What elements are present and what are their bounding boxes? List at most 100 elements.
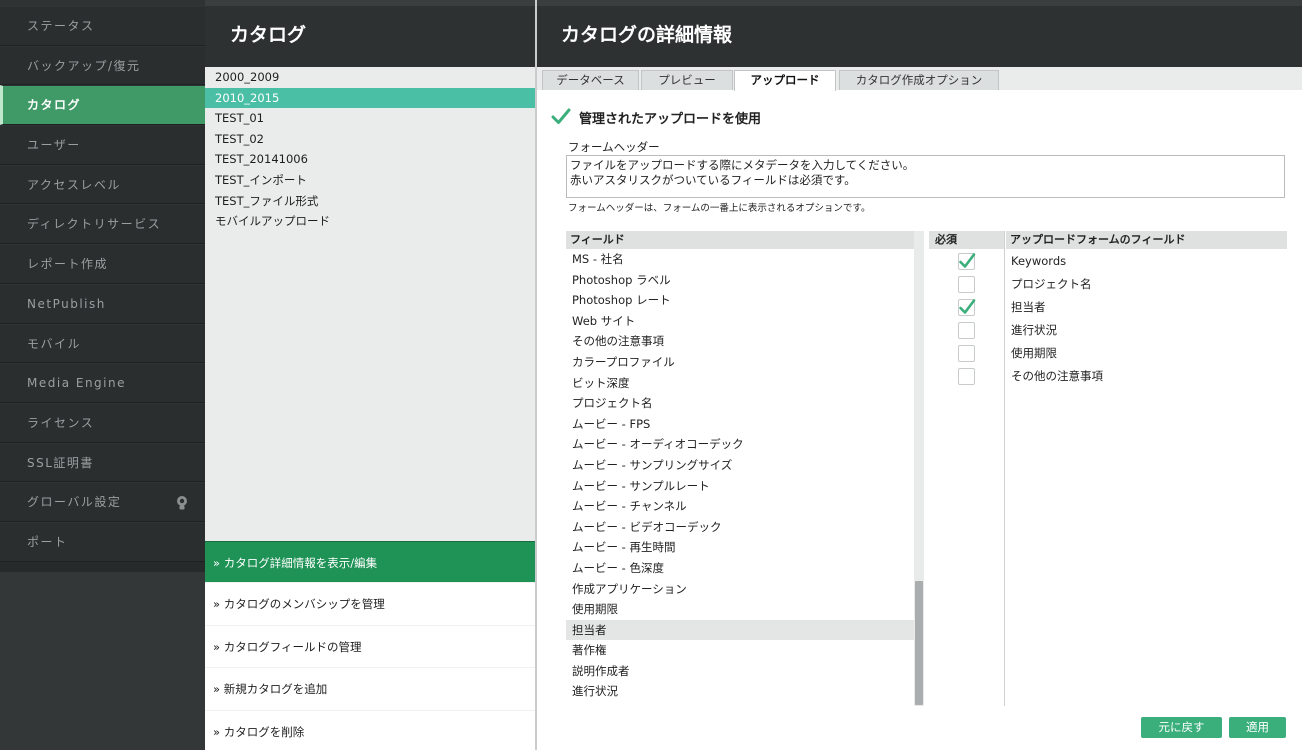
nav-item[interactable]: ユーザー bbox=[0, 125, 205, 165]
form-header-textarea[interactable]: ファイルをアップロードする際にメタデータを入力してください。 赤いアスタリスクが… bbox=[566, 155, 1285, 198]
required-column: 必須 bbox=[929, 231, 1005, 706]
field-list-item[interactable]: 担当者 bbox=[566, 619, 914, 641]
field-list-item[interactable]: 説明作成者 bbox=[566, 661, 914, 682]
fields-scrollbar-thumb[interactable] bbox=[915, 581, 923, 705]
catalog-action-link[interactable]: » カタログのメンバシップを管理 bbox=[205, 583, 535, 626]
upload-field-item[interactable]: 進行状況 bbox=[1011, 322, 1057, 338]
field-list-item[interactable]: その他の注意事項 bbox=[566, 331, 914, 352]
nav-item[interactable]: ディレクトリサービス bbox=[0, 204, 205, 245]
catalog-actions: » カタログ詳細情報を表示/編集» カタログのメンバシップを管理» カタログフィ… bbox=[205, 541, 535, 750]
field-list-item[interactable]: ムービー - 色深度 bbox=[566, 558, 914, 579]
tab-preview[interactable]: プレビュー bbox=[641, 70, 733, 90]
field-list-item[interactable]: 著作権 bbox=[566, 640, 914, 661]
field-list-item[interactable]: プロジェクト名 bbox=[566, 393, 914, 414]
nav-item[interactable]: アクセスレベル bbox=[0, 164, 205, 205]
catalog-list-item[interactable]: TEST_01 bbox=[205, 108, 535, 129]
nav-item-label: ステータス bbox=[27, 19, 95, 33]
field-list-item[interactable]: MS - 社名 bbox=[566, 249, 914, 270]
nav-item-label: ユーザー bbox=[27, 138, 81, 153]
field-list-item[interactable]: ムービー - 再生時間 bbox=[566, 537, 914, 558]
nav-item-label: アクセスレベル bbox=[27, 177, 121, 192]
nav-item-label: グローバル設定 bbox=[27, 495, 122, 510]
nav-item[interactable]: SSL証明書 bbox=[0, 442, 205, 483]
upload-field-item[interactable]: 使用期限 bbox=[1011, 345, 1057, 361]
tab-database[interactable]: データベース bbox=[542, 70, 639, 90]
nav-item[interactable]: モバイル bbox=[0, 323, 205, 364]
nav-item[interactable]: ポート bbox=[0, 521, 205, 562]
field-list-item[interactable]: ムービー - チャンネル bbox=[566, 496, 914, 517]
upload-field-item[interactable]: その他の注意事項 bbox=[1011, 368, 1103, 384]
nav-item-label: モバイル bbox=[27, 336, 82, 351]
field-list-item[interactable]: ムービー - オーディオコーデック bbox=[566, 434, 914, 455]
fields-rows: MS - 社名 Photoshop ラベル Photoshop レート Web サイト… bbox=[566, 249, 914, 706]
field-list-item[interactable]: Photoshop レート bbox=[566, 290, 914, 311]
field-list-item[interactable]: 進行状況 bbox=[566, 681, 914, 702]
field-list-item[interactable]: カラープロファイル bbox=[566, 352, 914, 373]
nav-item[interactable]: NetPublish bbox=[0, 283, 205, 324]
apply-button[interactable]: 適用 bbox=[1229, 717, 1286, 738]
fields-scrollbar[interactable] bbox=[914, 231, 924, 706]
catalog-list-item[interactable]: TEST_インポート bbox=[205, 170, 535, 191]
required-checkbox[interactable] bbox=[958, 253, 976, 270]
form-header-label: フォームヘッダー bbox=[568, 140, 660, 154]
catalog-action-link[interactable]: » 新規カタログを追加 bbox=[205, 668, 535, 711]
nav-item-label: SSL証明書 bbox=[27, 455, 94, 470]
lightbulb-icon bbox=[177, 496, 187, 510]
catalog-action-link[interactable]: » カタログフィールドの管理 bbox=[205, 626, 535, 669]
upload-field-item[interactable]: 担当者 bbox=[1011, 299, 1046, 315]
nav-item[interactable]: カタログ bbox=[0, 85, 205, 126]
catalog-list-item[interactable]: TEST_20141006 bbox=[205, 149, 535, 170]
required-column-header: 必須 bbox=[929, 231, 1004, 249]
tab-upload[interactable]: アップロード bbox=[734, 70, 836, 91]
field-list-item[interactable]: 使用期限 bbox=[566, 599, 914, 620]
catalog-panel: カタログ 2000_2009 2010_2015 TEST_01 TEST_02 TES… bbox=[205, 0, 535, 750]
nav-item[interactable]: ライセンス bbox=[0, 402, 205, 443]
catalog-list-item[interactable]: 2010_2015 bbox=[205, 87, 535, 109]
required-checkbox[interactable] bbox=[958, 276, 975, 293]
catalog-details-panel: カタログの詳細情報 データベース プレビュー アップロード カタログ作成オプショ… bbox=[537, 0, 1302, 750]
checkmark-icon bbox=[959, 253, 976, 268]
nav-item[interactable]: ステータス bbox=[0, 6, 205, 46]
nav-item-label: NetPublish bbox=[27, 296, 106, 311]
nav-item[interactable]: レポート作成 bbox=[0, 244, 205, 284]
required-checkbox[interactable] bbox=[958, 368, 975, 385]
form-header-help: フォームヘッダーは、フォームの一番上に表示されるオプションです。 bbox=[568, 203, 871, 214]
revert-button[interactable]: 元に戻す bbox=[1141, 717, 1222, 738]
required-checkbox[interactable] bbox=[958, 299, 976, 316]
checkmark-icon bbox=[551, 108, 571, 124]
field-list-item[interactable]: ビット深度 bbox=[566, 373, 914, 394]
required-checkbox[interactable] bbox=[958, 345, 975, 362]
nav-item[interactable]: グローバル設定 bbox=[0, 482, 205, 522]
catalog-action-link[interactable]: » カタログ詳細情報を表示/編集 bbox=[205, 541, 535, 584]
upload-field-item[interactable]: プロジェクト名 bbox=[1011, 276, 1092, 292]
tab-catalog-options[interactable]: カタログ作成オプション bbox=[839, 70, 999, 90]
field-list-item[interactable]: Photoshop ラベル bbox=[566, 270, 914, 291]
checkmark-icon bbox=[959, 299, 976, 314]
nav-item[interactable]: バックアップ/復元 bbox=[0, 45, 205, 86]
available-fields-list: フィールド MS - 社名 Photoshop ラベル Photoshop レート W… bbox=[566, 231, 924, 706]
catalog-list-item[interactable]: 2000_2009 bbox=[205, 67, 535, 88]
field-list-item[interactable]: ムービー - FPS bbox=[566, 414, 914, 435]
field-list-item[interactable]: 作成アプリケーション bbox=[566, 579, 914, 600]
field-list-item[interactable]: ムービー - ビデオコーデック bbox=[566, 517, 914, 538]
nav-item-label: レポート作成 bbox=[27, 257, 109, 272]
required-checkbox[interactable] bbox=[958, 322, 975, 339]
fields-column-header: フィールド bbox=[566, 231, 914, 249]
upload-field-item[interactable]: Keywords bbox=[1011, 253, 1066, 269]
nav-item[interactable]: Media Engine bbox=[0, 363, 205, 403]
catalog-list-item[interactable]: TEST_ファイル形式 bbox=[205, 191, 535, 212]
field-list-item[interactable]: ムービー - サンプリングサイズ bbox=[566, 455, 914, 476]
use-managed-upload-label: 管理されたアップロードを使用 bbox=[579, 111, 762, 127]
catalog-action-link[interactable]: » カタログを削除 bbox=[205, 711, 535, 750]
nav-item-label: ライセンス bbox=[27, 415, 95, 430]
field-list-item[interactable]: Web サイト bbox=[566, 311, 914, 332]
field-list-item[interactable]: ムービー - サンプルレート bbox=[566, 476, 914, 497]
nav-item-label: カタログ bbox=[27, 98, 82, 113]
nav-item-label: ポート bbox=[27, 534, 68, 549]
catalog-list-item[interactable]: モバイルアップロード bbox=[205, 211, 535, 232]
upload-fields-column-header: アップロードフォームのフィールド bbox=[1006, 231, 1287, 249]
catalog-list-item[interactable]: TEST_02 bbox=[205, 129, 535, 150]
use-managed-upload-checkbox[interactable]: 管理されたアップロードを使用 bbox=[551, 108, 762, 127]
upload-form-fields: アップロードフォームのフィールド Keywords プロジェクト名 担当者進行状況使… bbox=[1006, 231, 1287, 706]
details-panel-title: カタログの詳細情報 bbox=[537, 0, 1302, 67]
